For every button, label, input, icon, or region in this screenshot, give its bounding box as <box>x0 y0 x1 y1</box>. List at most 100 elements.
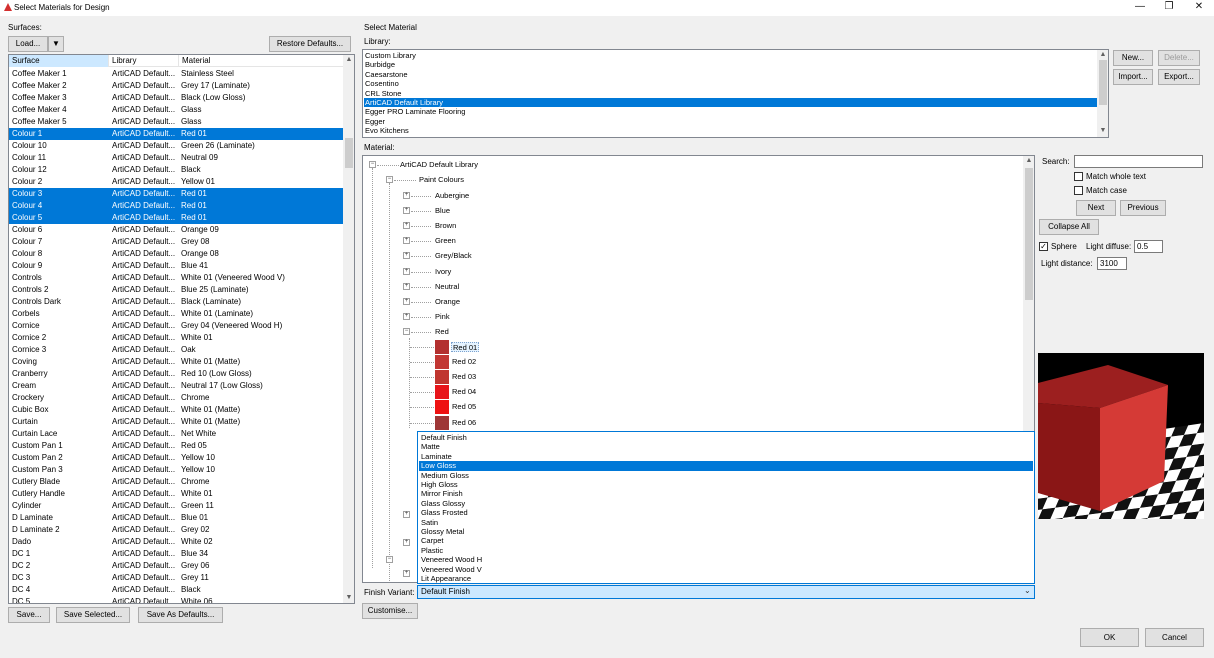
table-row[interactable]: Colour 10 ArtiCAD Default... Green 26 (Lam… <box>9 140 343 152</box>
table-row[interactable]: Controls ArtiCAD Default... White 01 (Vene… <box>9 272 343 284</box>
column-header-material[interactable]: Material <box>179 55 349 67</box>
save-button[interactable]: Save... <box>8 607 50 623</box>
table-row[interactable]: Custom Pan 3 ArtiCAD Default... Yellow 10 <box>9 464 343 476</box>
expand-icon[interactable]: + <box>403 222 410 230</box>
column-header-surface[interactable]: Surface <box>9 55 109 67</box>
close-button[interactable]: ✕ <box>1189 1 1209 15</box>
tree-category[interactable]: Grey/Black <box>435 251 472 261</box>
load-dropdown-icon[interactable]: ▼ <box>48 36 64 52</box>
table-row[interactable]: DC 2 ArtiCAD Default... Grey 06 <box>9 560 343 572</box>
table-row[interactable]: Controls Dark ArtiCAD Default... Black (La… <box>9 296 343 308</box>
table-row[interactable]: Dado ArtiCAD Default... White 02 <box>9 536 343 548</box>
table-row[interactable]: Cream ArtiCAD Default... Neutral 17 (Low G… <box>9 380 343 392</box>
table-row[interactable]: Crockery ArtiCAD Default... Chrome <box>9 392 343 404</box>
table-row[interactable]: Cubic Box ArtiCAD Default... White 01 (Mat… <box>9 404 343 416</box>
collapse-icon[interactable]: − <box>386 176 393 183</box>
table-row[interactable]: Colour 4 ArtiCAD Default... Red 01 <box>9 200 343 212</box>
table-row[interactable]: Controls 2 ArtiCAD Default... Blue 25 (Lam… <box>9 284 343 296</box>
light-distance-input[interactable]: 3100 <box>1097 257 1127 270</box>
finish-option[interactable]: Veneered Wood V <box>419 565 1033 574</box>
table-row[interactable]: Colour 11 ArtiCAD Default... Neutral 09 <box>9 152 343 164</box>
table-row[interactable]: Coffee Maker 5 ArtiCAD Default... Glass <box>9 116 343 128</box>
table-row[interactable]: Colour 5 ArtiCAD Default... Red 01 <box>9 212 343 224</box>
table-row[interactable]: D Laminate 2 ArtiCAD Default... Grey 02 <box>9 524 343 536</box>
tree-category[interactable]: Blue <box>435 206 450 216</box>
scroll-down-icon[interactable]: ▼ <box>343 594 354 601</box>
material-item[interactable]: Red 03 <box>452 372 476 382</box>
table-row[interactable]: Colour 6 ArtiCAD Default... Orange 09 <box>9 224 343 236</box>
library-item[interactable]: Egger <box>364 117 1097 126</box>
finish-variant-select[interactable]: Default Finish ⌄ <box>417 585 1035 599</box>
table-row[interactable]: Curtain Lace ArtiCAD Default... Net White <box>9 428 343 440</box>
finish-option[interactable]: Veneered Wood H <box>419 555 1033 564</box>
table-row[interactable]: DC 4 ArtiCAD Default... Black <box>9 584 343 596</box>
finish-option[interactable]: Glass Frosted <box>419 508 1033 517</box>
material-item[interactable]: Red 06 <box>452 418 476 428</box>
chevron-down-icon[interactable]: ⌄ <box>1024 586 1031 595</box>
expand-icon[interactable]: + <box>403 511 410 518</box>
library-scrollbar[interactable]: ▲ ▼ <box>1097 50 1108 137</box>
tree-category[interactable]: Aubergine <box>435 191 469 201</box>
restore-defaults-button[interactable]: Restore Defaults... <box>269 36 351 52</box>
table-row[interactable]: Cornice ArtiCAD Default... Grey 04 (Veneer… <box>9 320 343 332</box>
library-item[interactable]: Evo Kitchens <box>364 126 1097 135</box>
expand-icon[interactable]: + <box>403 192 410 199</box>
scrollbar-thumb[interactable] <box>1099 60 1107 105</box>
match-case-checkbox[interactable] <box>1074 186 1083 195</box>
match-whole-text-checkbox[interactable] <box>1074 172 1083 181</box>
table-row[interactable]: Custom Pan 1 ArtiCAD Default... Red 05 <box>9 440 343 452</box>
save-selected-button[interactable]: Save Selected... <box>56 607 130 623</box>
table-row[interactable]: D Laminate ArtiCAD Default... Blue 01 <box>9 512 343 524</box>
column-header-library[interactable]: Library <box>109 55 179 67</box>
expand-icon[interactable]: + <box>403 282 410 290</box>
library-item[interactable]: ArtiCAD Default Library <box>364 98 1097 108</box>
expand-icon[interactable]: + <box>403 297 410 305</box>
tree-category[interactable]: Ivory <box>435 267 451 277</box>
library-item[interactable]: Custom Library <box>364 51 1097 60</box>
tree-group[interactable]: Paint Colours <box>419 175 464 185</box>
material-item[interactable]: Red 02 <box>452 357 476 367</box>
table-row[interactable]: DC 1 ArtiCAD Default... Blue 34 <box>9 548 343 560</box>
tree-category[interactable]: Red <box>435 327 449 337</box>
tree-category[interactable]: Pink <box>435 312 450 322</box>
table-row[interactable]: Coffee Maker 3 ArtiCAD Default... Black (L… <box>9 92 343 104</box>
table-row[interactable]: Cornice 3 ArtiCAD Default... Oak <box>9 344 343 356</box>
table-row[interactable]: Colour 1 ArtiCAD Default... Red 01 <box>9 128 343 140</box>
finish-option[interactable]: Glass Glossy <box>419 499 1033 508</box>
scrollbar-thumb[interactable] <box>345 138 353 168</box>
library-item[interactable]: CRL Stone <box>364 89 1097 98</box>
material-item[interactable]: Red 01 <box>451 342 480 352</box>
table-row[interactable]: Coffee Maker 1 ArtiCAD Default... Stainles… <box>9 68 343 80</box>
material-item[interactable]: Red 05 <box>452 402 476 412</box>
tree-category[interactable]: Orange <box>435 297 460 307</box>
table-row[interactable]: Coffee Maker 2 ArtiCAD Default... Grey 17 … <box>9 80 343 92</box>
collapse-all-button[interactable]: Collapse All <box>1039 219 1099 235</box>
expand-icon[interactable]: + <box>403 267 410 275</box>
library-item[interactable]: Burbidge <box>364 60 1097 69</box>
finish-option[interactable]: Low Gloss <box>419 461 1033 471</box>
finish-option[interactable]: Medium Gloss <box>419 471 1033 480</box>
new-library-button[interactable]: New... <box>1113 50 1153 66</box>
finish-option[interactable]: Default Finish <box>419 433 1033 442</box>
finish-option[interactable]: Glossy Metal <box>419 527 1033 536</box>
scroll-up-icon[interactable]: ▲ <box>343 56 354 63</box>
cancel-button[interactable]: Cancel <box>1145 628 1204 647</box>
expand-icon[interactable]: + <box>403 312 410 320</box>
minimize-button[interactable]: — <box>1130 1 1150 15</box>
tree-root[interactable]: ArtiCAD Default Library <box>400 160 478 170</box>
table-row[interactable]: Corbels ArtiCAD Default... White 01 (Lamin… <box>9 308 343 320</box>
collapse-icon[interactable]: − <box>369 161 376 168</box>
tree-category[interactable]: Brown <box>435 221 456 231</box>
table-row[interactable]: Colour 3 ArtiCAD Default... Red 01 <box>9 188 343 200</box>
customise-button[interactable]: Customise... <box>362 603 418 619</box>
scroll-up-icon[interactable]: ▲ <box>1023 157 1034 164</box>
load-button[interactable]: Load... <box>8 36 48 52</box>
table-row[interactable]: Cutlery Blade ArtiCAD Default... Chrome <box>9 476 343 488</box>
table-row[interactable]: Custom Pan 2 ArtiCAD Default... Yellow 10 <box>9 452 343 464</box>
table-row[interactable]: Curtain ArtiCAD Default... White 01 (Matte… <box>9 416 343 428</box>
library-item[interactable]: Cosentino <box>364 79 1097 88</box>
finish-option[interactable]: Laminate <box>419 452 1033 461</box>
scroll-up-icon[interactable]: ▲ <box>1097 51 1108 58</box>
table-row[interactable]: Colour 8 ArtiCAD Default... Orange 08 <box>9 248 343 260</box>
table-row[interactable]: Coffee Maker 4 ArtiCAD Default... Glass <box>9 104 343 116</box>
